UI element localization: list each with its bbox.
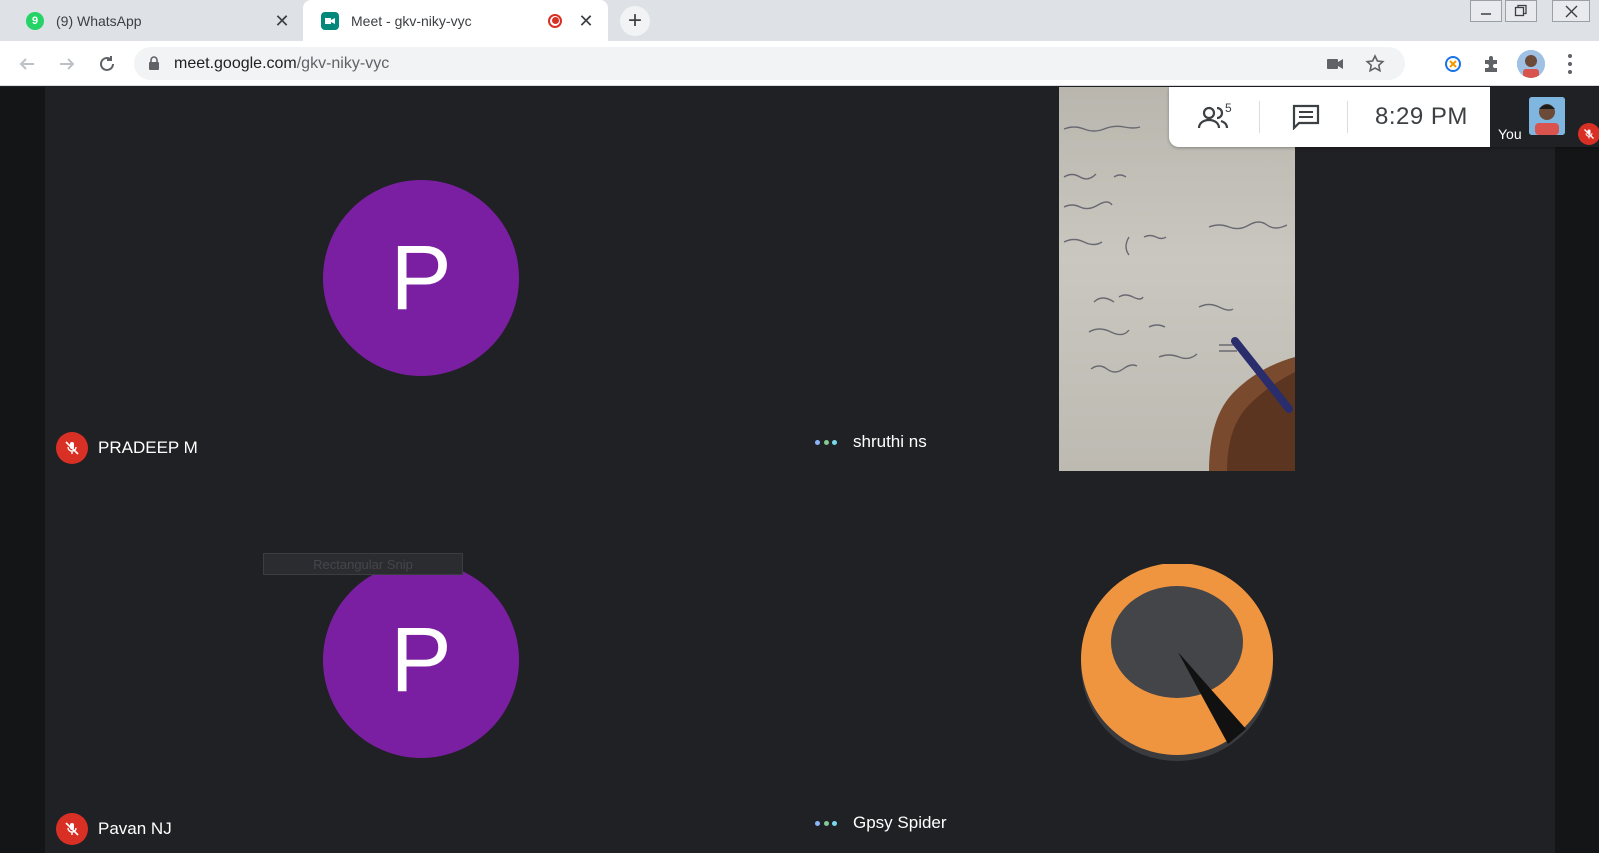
tab-strip: 9 (9) WhatsApp ✕ Meet - gkv-niky-vyc ✕ +	[0, 0, 1599, 41]
stage-edge	[1555, 87, 1599, 853]
new-tab-button[interactable]: +	[620, 6, 650, 36]
url-text: meet.google.com/gkv-niky-vyc	[174, 55, 390, 72]
tab-meet[interactable]: Meet - gkv-niky-vyc ✕	[303, 0, 608, 41]
divider	[1259, 101, 1260, 133]
participant-name-row: Pavan NJ	[56, 813, 172, 845]
avatar: P	[323, 562, 519, 758]
participant-name: shruthi ns	[853, 432, 927, 451]
lock-icon[interactable]	[148, 56, 160, 75]
divider	[1347, 101, 1348, 133]
chat-icon[interactable]	[1292, 104, 1320, 135]
tab-title: (9) WhatsApp	[56, 12, 142, 29]
clock-time: 8:29 PM	[1375, 103, 1468, 130]
participant-name: Gpsy Spider	[853, 813, 947, 832]
restore-button[interactable]	[1505, 0, 1537, 22]
recording-icon	[548, 13, 562, 28]
participant-name-row: PRADEEP M	[56, 432, 198, 464]
meet-stage: P PRADEEP M shruthi ns P Pavan NJ Gpsy S…	[0, 87, 1599, 853]
minimize-button[interactable]	[1470, 0, 1502, 22]
close-window-button[interactable]	[1552, 0, 1590, 22]
extension-sync-icon[interactable]	[1440, 51, 1466, 77]
participant-name: PRADEEP M	[98, 438, 198, 457]
self-mic-off-icon[interactable]	[1578, 123, 1599, 145]
participant-name: Pavan NJ	[98, 819, 172, 838]
meet-icon	[321, 11, 339, 30]
self-view-tile[interactable]: You	[1490, 87, 1599, 147]
self-video-thumbnail	[1529, 97, 1565, 135]
forward-button[interactable]	[53, 50, 81, 78]
snip-tool-label: Rectangular Snip	[263, 553, 463, 575]
stage-edge	[0, 87, 45, 853]
extensions-puzzle-icon[interactable]	[1478, 51, 1504, 77]
avatar	[1078, 563, 1276, 762]
mic-off-icon	[56, 432, 88, 464]
self-label: You	[1498, 126, 1522, 142]
whatsapp-icon: 9	[26, 11, 44, 30]
back-button[interactable]	[13, 50, 41, 78]
reload-button[interactable]	[93, 50, 121, 78]
address-bar[interactable]: meet.google.com/gkv-niky-vyc	[134, 47, 1405, 80]
audio-level-dots-icon	[815, 439, 837, 445]
avatar: P	[323, 180, 519, 376]
participants-count: 5	[1225, 101, 1232, 115]
profile-avatar[interactable]	[1517, 50, 1545, 78]
close-tab-icon[interactable]: ✕	[270, 12, 294, 30]
bookmark-star-icon[interactable]	[1364, 53, 1386, 75]
participant-name-row: Gpsy Spider	[815, 813, 947, 833]
audio-level-dots-icon	[815, 820, 837, 826]
participant-tile[interactable]: P PRADEEP M	[45, 87, 800, 471]
browser-toolbar: meet.google.com/gkv-niky-vyc	[0, 41, 1599, 86]
participant-tile[interactable]: P Pavan NJ	[45, 471, 800, 853]
tab-whatsapp[interactable]: 9 (9) WhatsApp ✕	[8, 0, 304, 41]
close-tab-icon[interactable]: ✕	[574, 12, 598, 30]
chrome-menu-button[interactable]	[1560, 52, 1580, 76]
mic-off-icon	[56, 813, 88, 845]
tab-title: Meet - gkv-niky-vyc	[351, 12, 472, 29]
participant-name-row: shruthi ns	[815, 432, 927, 452]
camera-icon[interactable]	[1324, 53, 1346, 75]
